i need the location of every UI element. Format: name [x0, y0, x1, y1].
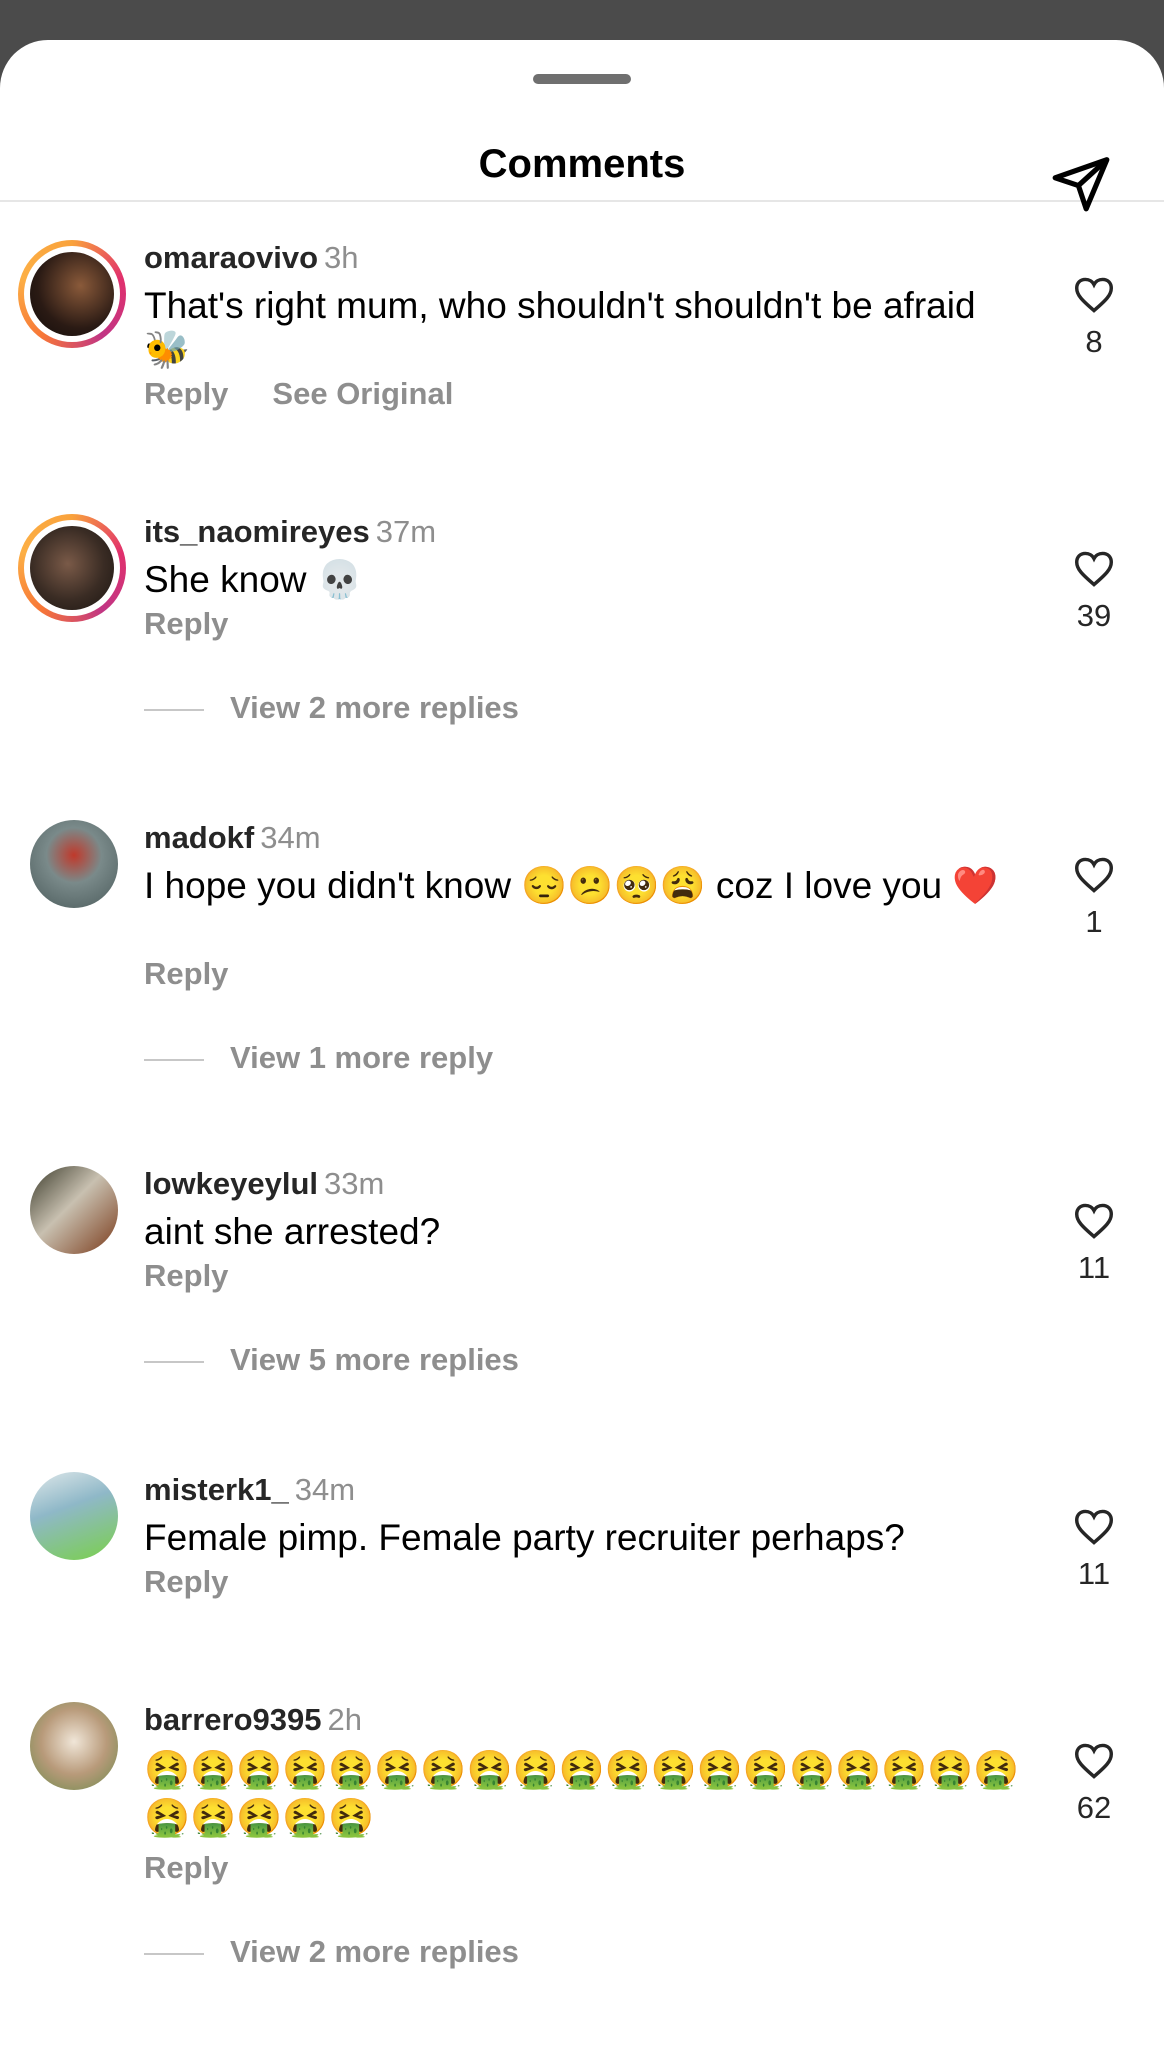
like-count: 11	[1077, 1250, 1111, 1285]
username[interactable]: omaraovivo	[144, 240, 318, 275]
username[interactable]: misterk1_	[144, 1472, 289, 1507]
avatar[interactable]	[30, 1702, 118, 1790]
comment-actions: Reply	[144, 606, 272, 642]
reply-button[interactable]: Reply	[144, 606, 228, 641]
comment-actions: Reply	[144, 1564, 272, 1600]
like-control: 1	[1062, 856, 1126, 940]
like-control: 39	[1062, 550, 1126, 634]
comment-text: I hope you didn't know 😔😕🥺😩 coz I love y…	[144, 865, 999, 906]
avatar[interactable]	[30, 1166, 118, 1254]
comment-actions: Reply	[144, 956, 272, 992]
view-more-replies[interactable]: View 5 more replies	[144, 1342, 519, 1378]
heart-icon[interactable]	[1073, 550, 1115, 588]
reply-button[interactable]: Reply	[144, 1850, 228, 1885]
username[interactable]: its_naomireyes	[144, 514, 370, 549]
timestamp: 37m	[375, 514, 437, 549]
view-more-replies[interactable]: View 2 more replies	[144, 690, 519, 726]
username[interactable]: madokf	[144, 820, 254, 855]
comment-text: That's right mum, who shouldn't shouldn'…	[144, 285, 976, 370]
send-icon[interactable]	[1050, 152, 1112, 214]
heart-icon[interactable]	[1073, 856, 1115, 894]
view-more-label: View 2 more replies	[230, 690, 519, 725]
like-count: 11	[1077, 1556, 1111, 1591]
view-more-replies[interactable]: View 1 more reply	[144, 1040, 493, 1076]
like-count: 39	[1076, 598, 1112, 633]
page-title: Comments	[478, 142, 686, 186]
heart-icon[interactable]	[1073, 1202, 1115, 1240]
see-original-button[interactable]: See Original	[272, 376, 453, 411]
comment-text: She know 💀	[144, 559, 363, 600]
avatar[interactable]	[18, 240, 126, 348]
like-control: 62	[1062, 1742, 1126, 1826]
reply-button[interactable]: Reply	[144, 1564, 228, 1599]
comment-actions: Reply	[144, 1258, 272, 1294]
drag-handle[interactable]	[533, 74, 631, 84]
reply-button[interactable]: Reply	[144, 1258, 228, 1293]
comment-text: Female pimp. Female party recruiter perh…	[144, 1517, 905, 1558]
comment-text: aint she arrested?	[144, 1211, 441, 1252]
comments-sheet: Comments omaraovivo 3h That's right mum, …	[0, 40, 1164, 2048]
avatar[interactable]	[18, 514, 126, 622]
like-count: 1	[1085, 904, 1103, 939]
heart-icon[interactable]	[1073, 1742, 1115, 1780]
comment-text: 🤮🤮🤮🤮🤮🤮🤮🤮🤮🤮🤮🤮🤮🤮🤮🤮🤮🤮🤮🤮🤮🤮🤮🤮	[144, 1749, 1020, 1838]
username[interactable]: lowkeyeylul	[144, 1166, 318, 1201]
avatar[interactable]	[30, 820, 118, 908]
username[interactable]: barrero9395	[144, 1702, 322, 1737]
heart-icon[interactable]	[1073, 276, 1115, 314]
heart-icon[interactable]	[1073, 1508, 1115, 1546]
comment-meta: madokf 34m	[144, 820, 321, 856]
like-control: 11	[1062, 1202, 1126, 1286]
comment-meta: lowkeyeylul 33m	[144, 1166, 384, 1202]
comment-actions: Reply	[144, 1850, 272, 1886]
timestamp: 34m	[294, 1472, 356, 1507]
like-count: 8	[1085, 324, 1103, 359]
view-more-label: View 1 more reply	[230, 1040, 494, 1075]
comment-meta: barrero9395 2h	[144, 1702, 362, 1738]
timestamp: 34m	[260, 820, 321, 855]
reply-button[interactable]: Reply	[144, 376, 228, 411]
avatar[interactable]	[30, 1472, 118, 1560]
view-more-label: View 2 more replies	[230, 1934, 519, 1969]
view-more-replies[interactable]: View 2 more replies	[144, 1934, 519, 1970]
comment-meta: its_naomireyes 37m	[144, 514, 436, 550]
like-count: 62	[1076, 1790, 1112, 1825]
comment-actions: Reply See Original	[144, 376, 497, 412]
like-control: 8	[1062, 276, 1126, 360]
comment-meta: omaraovivo 3h	[144, 240, 359, 276]
timestamp: 3h	[324, 240, 359, 275]
reply-button[interactable]: Reply	[144, 956, 228, 991]
view-more-label: View 5 more replies	[230, 1342, 519, 1377]
timestamp: 33m	[324, 1166, 385, 1201]
timestamp: 2h	[327, 1702, 362, 1737]
like-control: 11	[1062, 1508, 1126, 1592]
comment-meta: misterk1_ 34m	[144, 1472, 355, 1508]
comments-header: Comments	[0, 100, 1164, 212]
